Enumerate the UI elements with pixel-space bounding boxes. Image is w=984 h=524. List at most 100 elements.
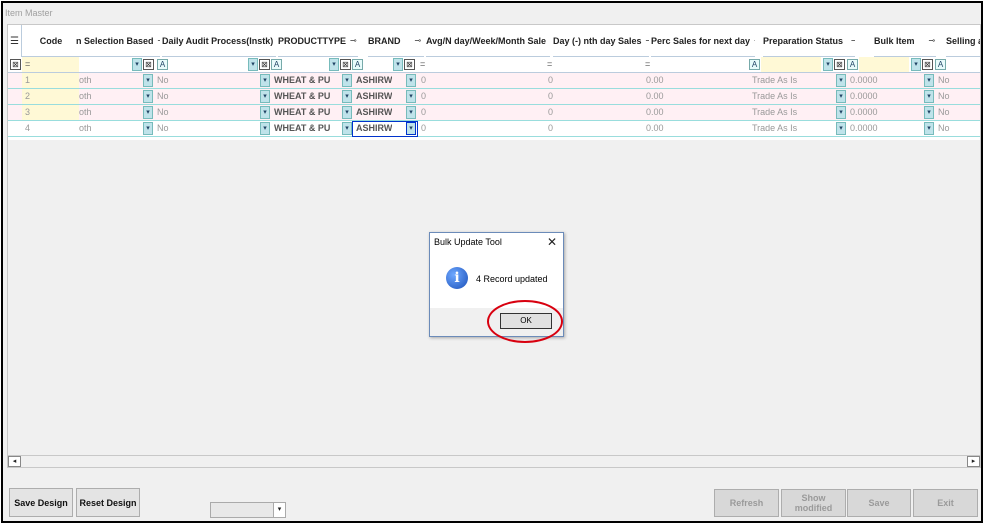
filter-text-icon[interactable]: A [847,59,858,70]
filter-operator[interactable]: = [420,59,425,69]
cell-dropdown[interactable]: ▾ [143,90,153,103]
cell-dropdown[interactable]: ▾ [836,106,846,119]
dialog-body: i 4 Record updated [430,253,563,308]
cell-selection: oth [79,123,92,133]
show-modified-button[interactable]: Show modified [781,489,846,517]
cell-dropdown[interactable]: ▾ [342,90,352,103]
cell-dropdown[interactable]: ▾ [836,74,846,87]
cell-selection: oth [79,91,92,101]
cell-selling: No [938,123,950,133]
pin-icon[interactable]: ⊸ [646,36,649,45]
col-header-brand[interactable]: BRAND ⊸ [368,25,424,57]
col-label: Perc Sales for next day [651,35,751,46]
cell-dropdown[interactable]: ▾ [924,106,934,119]
cell-dropdown[interactable]: ▾ [924,74,934,87]
cell-dropdown[interactable]: ▾ [406,122,416,135]
cell-dropdown[interactable]: ▾ [406,90,416,103]
cell-dropdown[interactable]: ▾ [143,106,153,119]
filter-dropdown[interactable]: ▾ [823,58,833,71]
cell-prep: Trade As Is [752,75,798,85]
cell-dropdown[interactable]: ▾ [924,90,934,103]
table-row[interactable]: 4 oth ▾ No ▾ WHEAT & PU ▾ ASHIRW ▾ 0 0 0… [8,121,980,137]
filter-clear-icon[interactable]: ⊠ [834,59,845,70]
cell-producttype: WHEAT & PU [274,91,331,101]
cell-perc: 0.00 [646,107,664,117]
filter-clear-icon[interactable]: ⊠ [922,59,933,70]
pin-icon[interactable]: ⊸ [350,36,357,45]
col-header-code[interactable]: Code [22,25,80,57]
filter-text-icon[interactable]: A [271,59,282,70]
col-header-producttype[interactable]: PRODUCTTYPE ⊸ [278,25,358,57]
cell-dropdown[interactable]: ▾ [836,90,846,103]
cell-dropdown[interactable]: ▾ [260,90,270,103]
table-row[interactable]: 2 oth ▾ No ▾ WHEAT & PU ▾ ASHIRW ▾ 0 0 0… [8,89,980,105]
scroll-left-icon[interactable]: ◂ [8,456,21,467]
clear-filter-icon[interactable]: ⊠ [10,59,21,70]
filter-dropdown[interactable]: ▾ [393,58,403,71]
cell-dropdown[interactable]: ▾ [406,74,416,87]
filter-bulk[interactable] [859,57,909,72]
column-chooser-icon[interactable]: ☰ [8,25,22,57]
filter-operator[interactable]: = [645,59,650,69]
cell-dropdown[interactable]: ▾ [143,74,153,87]
filter-clear-icon[interactable]: ⊠ [404,59,415,70]
table-row[interactable]: 1 oth ▾ No ▾ WHEAT & PU ▾ ASHIRW ▾ 0 0 0… [8,73,980,89]
horizontal-scrollbar[interactable]: ◂ ▸ [7,455,981,468]
cell-dropdown[interactable]: ▾ [260,74,270,87]
cell-brand: ASHIRW [356,107,393,117]
layout-combo[interactable]: ▾ [210,502,286,518]
filter-clear-icon[interactable]: ⊠ [340,59,351,70]
pin-icon[interactable]: ⊸ [415,36,422,45]
filter-text-icon[interactable]: A [749,59,760,70]
col-header-selling[interactable]: Selling an [946,25,980,57]
cell-prep: Trade As Is [752,123,798,133]
filter-operator[interactable]: = [547,59,552,69]
cell-dropdown[interactable]: ▾ [924,122,934,135]
exit-button[interactable]: Exit [913,489,978,517]
scroll-right-icon[interactable]: ▸ [967,456,980,467]
filter-clear-icon[interactable]: ⊠ [259,59,270,70]
col-label: PRODUCTTYPE [278,35,347,46]
save-button[interactable]: Save [847,489,911,517]
cell-brand: ASHIRW [356,75,393,85]
filter-text-icon[interactable]: A [935,59,946,70]
pin-icon[interactable]: ⊸ [158,36,160,45]
cell-bulk: 0.0000 [850,123,878,133]
cell-avg: 0 [421,107,427,117]
filter-clear-icon[interactable]: ⊠ [143,59,154,70]
filter-prep[interactable] [761,57,821,72]
col-header-audit[interactable]: Daily Audit Process(Instk)⊸ [162,25,276,57]
cell-dropdown[interactable]: ▾ [260,106,270,119]
filter-dropdown[interactable]: ▾ [329,58,339,71]
cell-dropdown[interactable]: ▾ [406,106,416,119]
filter-text-icon[interactable]: A [352,59,363,70]
reset-design-button[interactable]: Reset Design [76,488,140,517]
pin-icon[interactable]: ⊸ [929,36,936,45]
filter-dropdown[interactable]: ▾ [248,58,258,71]
pin-icon[interactable]: ⊸ [851,36,855,45]
cell-dropdown[interactable]: ▾ [342,74,352,87]
col-header-selection[interactable]: n Selection Based ⊸ [76,25,160,57]
cell-dropdown[interactable]: ▾ [143,122,153,135]
col-header-avg[interactable]: Avg/N day/Week/Month Sale⊸ [426,25,550,57]
cell-dropdown[interactable]: ▾ [260,122,270,135]
col-header-prep[interactable]: Preparation Status ⊸ [763,25,855,57]
col-header-bulk[interactable]: Bulk Item ⊸ [874,25,936,57]
save-design-button[interactable]: Save Design [9,488,73,517]
pin-icon[interactable]: ⊸ [754,36,755,45]
cell-dropdown[interactable]: ▾ [342,122,352,135]
refresh-button[interactable]: Refresh [714,489,779,517]
col-header-perc[interactable]: Perc Sales for next day⊸ [651,25,755,57]
table-row[interactable]: 3 oth ▾ No ▾ WHEAT & PU ▾ ASHIRW ▾ 0 0 0… [8,105,980,121]
filter-text-icon[interactable]: A [157,59,168,70]
chevron-down-icon[interactable]: ▾ [273,503,285,517]
col-header-day[interactable]: Day (-) nth day Sales ⊸ [553,25,649,57]
cell-dropdown[interactable]: ▾ [836,122,846,135]
filter-dropdown[interactable]: ▾ [911,58,921,71]
cell-dropdown[interactable]: ▾ [342,106,352,119]
cell-selection: oth [79,107,92,117]
filter-dropdown[interactable]: ▾ [132,58,142,71]
filter-operator[interactable]: = [25,59,30,69]
filter-code[interactable] [22,57,79,72]
close-icon[interactable]: ✕ [547,235,557,249]
